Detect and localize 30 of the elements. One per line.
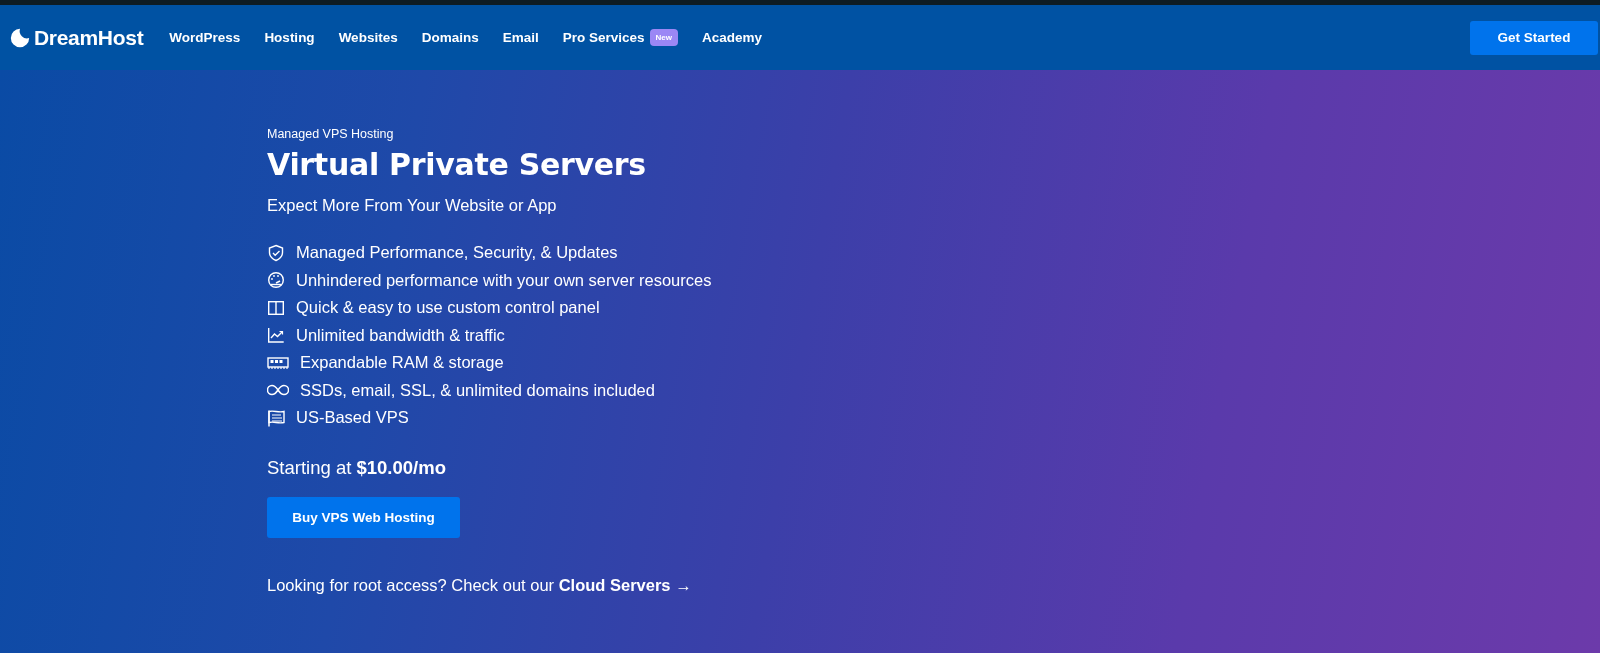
- nav-link[interactable]: Email: [502, 30, 539, 45]
- buy-button[interactable]: Buy VPS Web Hosting: [267, 496, 460, 538]
- nav-link[interactable]: WordPress: [169, 30, 241, 45]
- nav-link[interactable]: Academy: [701, 30, 762, 45]
- cloud-servers-link[interactable]: Cloud Servers →: [558, 575, 692, 594]
- feature-text: Managed Performance, Security, & Updates: [296, 243, 618, 263]
- nav-link[interactable]: Domains: [421, 30, 479, 45]
- moon-logo-icon: [9, 26, 31, 49]
- columns-icon: [267, 298, 285, 317]
- get-started-button[interactable]: Get Started: [1470, 20, 1598, 55]
- page-title: Virtual Private Servers: [267, 146, 647, 184]
- root-access-text: Looking for root access? Check out our Cloud Servers →: [267, 575, 693, 595]
- new-badge: New: [649, 29, 678, 46]
- feature-text: Unlimited bandwidth & traffic: [296, 325, 505, 345]
- nav-link[interactable]: Websites: [338, 30, 398, 45]
- eyebrow-text: Managed VPS Hosting: [267, 126, 395, 142]
- feature-text: SSDs, email, SSL, & unlimited domains included: [300, 380, 655, 400]
- feature-text: Expandable RAM & storage: [300, 353, 504, 373]
- nav-link[interactable]: Hosting: [264, 30, 315, 45]
- feature-text: Quick & easy to use custom control panel: [296, 298, 600, 318]
- gauge-icon: [267, 271, 285, 290]
- feature-text: Unhindered performance with your own server resources: [296, 270, 712, 290]
- flag-icon: [267, 408, 285, 427]
- nav-link[interactable]: Pro Services: [562, 30, 645, 45]
- feature-text: US-Based VPS: [296, 408, 409, 428]
- subtitle-text: Expect More From Your Website or App: [267, 195, 558, 215]
- logo-text[interactable]: DreamHost: [34, 25, 144, 50]
- line-chart-icon: [267, 326, 285, 345]
- price-text: Starting at $10.00/mo: [267, 455, 447, 480]
- shield-check-icon: [267, 243, 285, 262]
